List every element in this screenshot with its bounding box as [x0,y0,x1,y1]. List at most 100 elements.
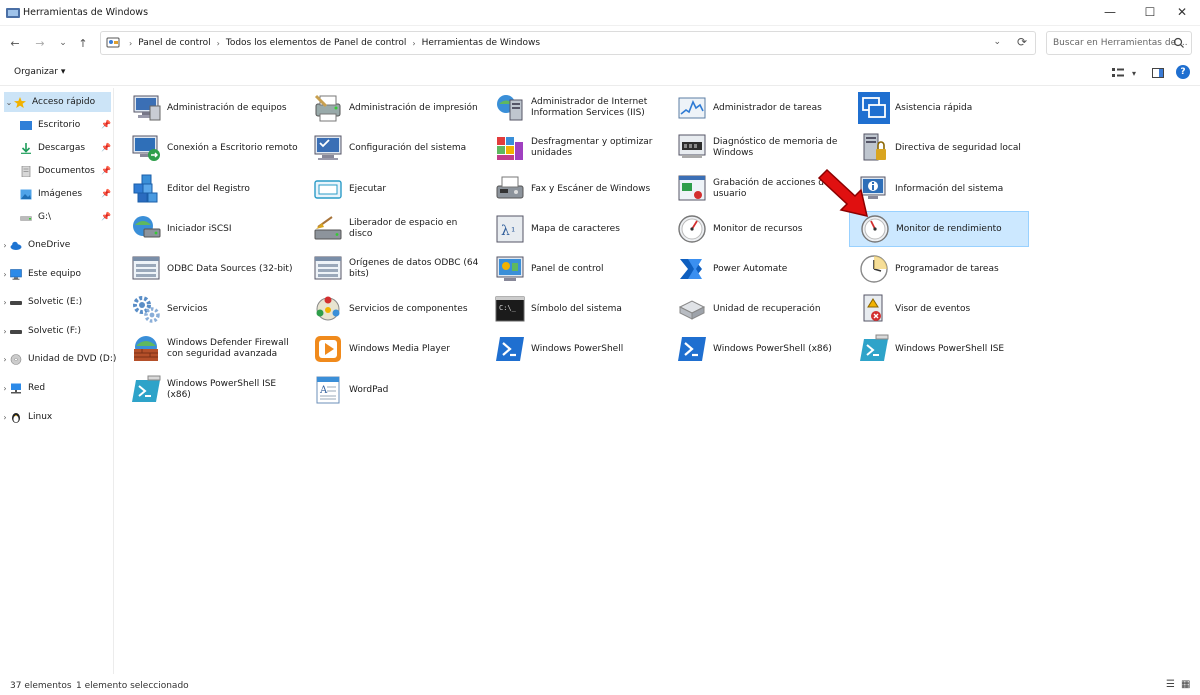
tool-item-label: Administración de equipos [167,102,287,113]
tool-item-iniciador-iscsi[interactable]: Iniciador iSCSI [121,211,301,247]
documents-icon [21,165,31,177]
tool-item-unidad-de-recuperacion[interactable]: Unidad de recuperación [667,291,847,327]
tool-item-windows-powershell-ise-x86[interactable]: Windows PowerShell ISE (x86) [121,372,301,408]
sidebar-item-dvd[interactable]: › Unidad de DVD (D:) [0,349,116,369]
tool-item-conexion-a-escritorio-remoto[interactable]: Conexión a Escritorio remoto [121,130,301,166]
tool-item-wordpad[interactable]: A WordPad [303,372,483,408]
chevron-down-icon[interactable]: ⌄ [4,98,14,107]
chevron-right-icon[interactable]: › [0,327,10,336]
chevron-right-icon: › [216,38,220,48]
sidebar-item-label: G:\ [38,212,52,222]
command-prompt-icon: C:\_ [493,292,527,326]
run-icon [311,172,345,206]
view-options-chevron-icon[interactable]: ▾ [1126,65,1142,81]
tool-item-diagnostico-de-memoria-de-windows[interactable]: Diagnóstico de memoria de Windows [667,130,847,166]
sidebar-item-documentos[interactable]: Documentos [20,161,95,181]
task-scheduler-icon [857,252,891,286]
tool-item-label: Orígenes de datos ODBC (64 bits) [349,258,479,279]
iis-icon [493,91,527,125]
sidebar-item-imagenes[interactable]: Imágenes [20,184,82,204]
sidebar-item-g-drive[interactable]: G:\ [20,207,51,227]
tool-item-windows-powershell-x86[interactable]: Windows PowerShell (x86) [667,331,847,367]
sidebar-item-descargas[interactable]: Descargas [20,138,85,158]
tool-item-configuracion-del-sistema[interactable]: Configuración del sistema [303,130,483,166]
minimize-button[interactable]: — [1092,0,1128,24]
powershell-icon [493,332,527,366]
tool-item-fax-y-escaner-de-windows[interactable]: Fax y Escáner de Windows [485,171,665,207]
dvd-icon [10,353,22,365]
chevron-right-icon[interactable]: › [0,270,10,279]
tool-item-power-automate[interactable]: Power Automate [667,251,847,287]
chevron-right-icon[interactable]: › [0,355,10,364]
tool-item-asistencia-rapida[interactable]: Asistencia rápida [849,90,1029,126]
breadcrumb-item-panel-de-control[interactable]: Panel de control [138,38,210,48]
tool-item-windows-powershell-ise[interactable]: Windows PowerShell ISE [849,331,1029,367]
tool-item-origenes-de-datos-odbc-64-bits[interactable]: Orígenes de datos ODBC (64 bits) [303,251,483,287]
chevron-right-icon[interactable]: › [0,413,10,422]
tool-item-label: Asistencia rápida [895,102,973,113]
tool-item-panel-de-control[interactable]: Panel de control [485,251,665,287]
breadcrumb-item-todos-los-elementos[interactable]: Todos los elementos de Panel de control [226,38,407,48]
tool-item-monitor-de-rendimiento[interactable]: Monitor de rendimiento [849,211,1029,247]
tool-item-ejecutar[interactable]: Ejecutar [303,171,483,207]
tool-item-editor-del-registro[interactable]: Editor del Registro [121,171,301,207]
tool-item-windows-defender-firewall-con-seguridad-avanzada[interactable]: Windows Defender Firewall con seguridad … [121,331,301,367]
tool-item-administrador-de-internet-information-services-iis[interactable]: Administrador de Internet Information Se… [485,90,665,126]
change-view-icon[interactable] [1110,65,1126,81]
memory-diagnostic-icon [675,131,709,165]
tool-item-servicios[interactable]: Servicios [121,291,301,327]
svg-text:¹: ¹ [511,225,515,238]
address-history-dropdown[interactable]: ⌄ [993,37,1001,47]
tool-item-administracion-de-impresion[interactable]: Administración de impresión [303,90,483,126]
tool-item-directiva-de-seguridad-local[interactable]: Directiva de seguridad local [849,130,1029,166]
tool-item-informacion-del-sistema[interactable]: Información del sistema [849,171,1029,207]
organize-label: Organizar [14,67,58,77]
details-view-icon[interactable]: ☰ [1166,679,1175,690]
annotation-arrow-icon [817,168,869,218]
sidebar-item-acceso-rapido[interactable]: ⌄ Acceso rápido [4,92,111,112]
maximize-button[interactable]: ☐ [1132,0,1168,24]
chevron-right-icon[interactable]: › [0,241,10,250]
sidebar-item-label: Imágenes [38,189,83,199]
chevron-right-icon[interactable]: › [0,384,10,393]
help-icon[interactable]: ? [1176,65,1190,79]
chevron-right-icon[interactable]: › [0,298,10,307]
sidebar-item-red[interactable]: › Red [0,378,45,398]
sidebar-item-linux[interactable]: › Linux [0,407,52,427]
tiles-view-icon[interactable]: ▦ [1181,679,1190,690]
sidebar-item-solvetic-e[interactable]: › Solvetic (E:) [0,292,82,312]
sidebar-item-label: Linux [28,412,53,422]
tool-item-windows-powershell[interactable]: Windows PowerShell [485,331,665,367]
tool-item-label: Administrador de tareas [713,102,822,113]
tool-item-programador-de-tareas[interactable]: Programador de tareas [849,251,1029,287]
address-bar[interactable]: › Panel de control › Todos los elementos… [100,31,1036,55]
sidebar-item-escritorio[interactable]: Escritorio [20,115,80,135]
registry-editor-icon [129,172,163,206]
tool-item-administracion-de-equipos[interactable]: Administración de equipos [121,90,301,126]
sidebar-item-este-equipo[interactable]: › Este equipo [0,264,81,284]
organize-menu[interactable]: Organizar ▾ [14,67,65,77]
close-button[interactable]: ✕ [1164,0,1200,24]
search-input[interactable]: Buscar en Herramientas de ... [1046,31,1192,55]
tool-item-mapa-de-caracteres[interactable]: λ ¹ Mapa de caracteres [485,211,665,247]
breadcrumb-item-herramientas[interactable]: Herramientas de Windows [422,38,540,48]
sidebar-item-solvetic-f[interactable]: › Solvetic (F:) [0,321,81,341]
tool-item-servicios-de-componentes[interactable]: Servicios de componentes [303,291,483,327]
refresh-icon[interactable]: ⟳ [1017,35,1027,49]
sidebar-item-label: Red [28,383,46,393]
tool-item-visor-de-eventos[interactable]: Visor de eventos [849,291,1029,327]
folder-icon [6,8,20,18]
back-button[interactable]: ← [6,34,24,52]
recent-locations-button[interactable]: ⌄ [54,34,72,52]
tool-item-liberador-de-espacio-en-disco[interactable]: Liberador de espacio en disco [303,211,483,247]
tool-item-windows-media-player[interactable]: Windows Media Player [303,331,483,367]
tool-item-simbolo-del-sistema[interactable]: C:\_ Símbolo del sistema [485,291,665,327]
sidebar-item-onedrive[interactable]: › OneDrive [0,235,70,255]
tool-item-label: Desfragmentar y optimizar unidades [531,137,653,158]
tool-item-odbc-data-sources-32-bit[interactable]: ODBC Data Sources (32-bit) [121,251,301,287]
up-button[interactable]: ↑ [74,34,92,52]
tool-item-desfragmentar-y-optimizar-unidades[interactable]: Desfragmentar y optimizar unidades [485,130,665,166]
forward-button[interactable]: → [31,34,49,52]
preview-pane-icon[interactable] [1150,65,1166,81]
tool-item-administrador-de-tareas[interactable]: Administrador de tareas [667,90,847,126]
